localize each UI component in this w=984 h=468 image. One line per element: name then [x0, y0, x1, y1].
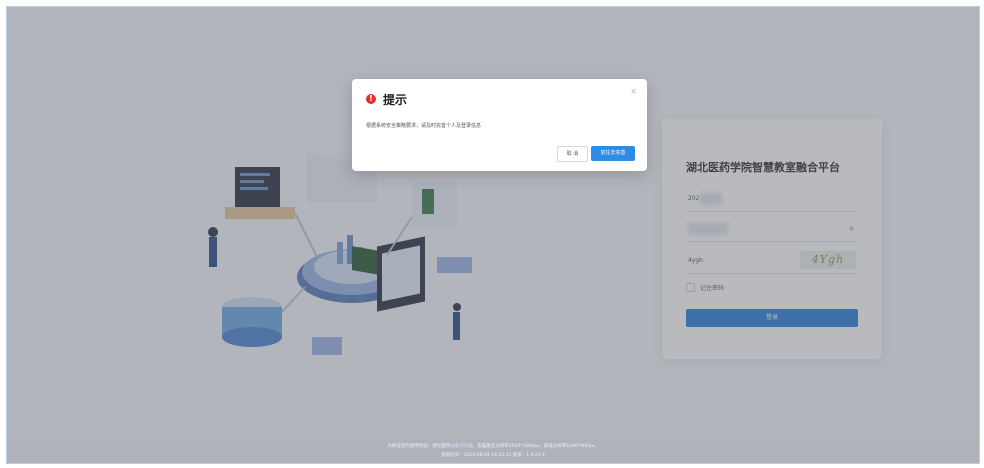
notice-dialog: ! 提示 ✕ 根据系统安全策略要求，请及时完善个人及登录信息 取 消 前往去完善 [352, 79, 647, 171]
browser-link[interactable]: 谷歌浏览器 [450, 444, 473, 449]
app-window: 湖北医药学院智慧教室融合平台 202 ◉ 4ygh 4Ygh 记住密码 登录 为… [6, 6, 980, 464]
cancel-button[interactable]: 取 消 [557, 146, 588, 162]
footer-line-1-suffix: ，电脑最佳分辨率1920*1080px，最低分辨率1440*900px。 [472, 444, 599, 449]
footer-line-1: 为保证您的使用体验，建议使用谷歌浏览器，电脑最佳分辨率1920*1080px，最… [7, 442, 979, 451]
footer-line-1-prefix: 为保证您的使用体验，建议使用 [387, 444, 451, 449]
dialog-message: 根据系统安全策略要求，请及时完善个人及登录信息 [366, 123, 482, 129]
close-icon[interactable]: ✕ [630, 87, 637, 96]
dialog-title: 提示 [383, 93, 408, 107]
footer: 为保证您的使用体验，建议使用谷歌浏览器，电脑最佳分辨率1920*1080px，最… [7, 439, 979, 463]
go-complete-button[interactable]: 前往去完善 [591, 146, 635, 161]
modal-overlay[interactable] [7, 7, 979, 439]
footer-line-2: 系统时间：2023-08-04 14:23:11 版本：1.0.24.4 [441, 453, 545, 458]
alert-icon: ! [366, 94, 376, 104]
